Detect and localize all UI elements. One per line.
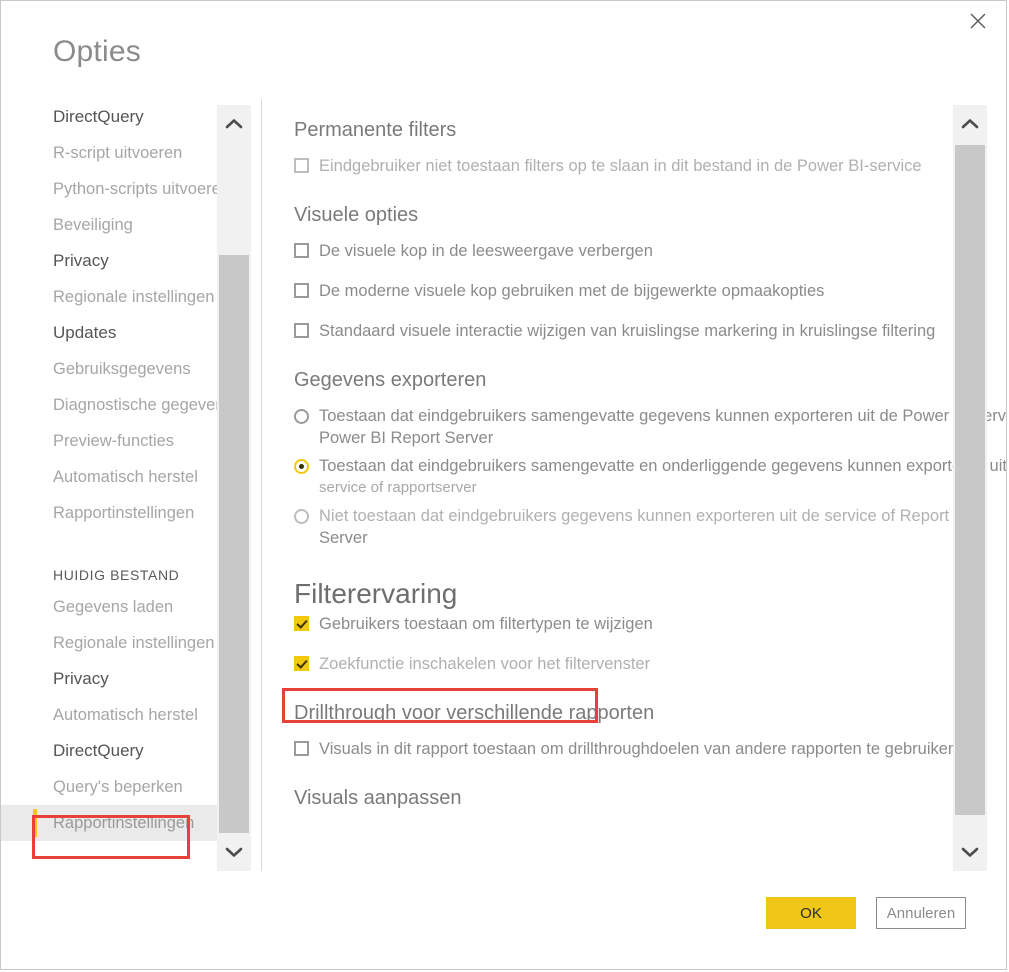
sidebar-nav: DirectQuery R-script uitvoeren Python-scri… <box>1 99 217 871</box>
section-heading: Visuals aanpassen <box>294 787 462 809</box>
sidebar-item-directquery[interactable]: DirectQuery <box>1 99 217 135</box>
section-heading: Visuele opties <box>294 204 419 226</box>
sidebar-item-label: Privacy <box>53 251 109 270</box>
sidebar-item-r-script-uitvoeren[interactable]: R-script uitvoeren <box>1 135 217 171</box>
sidebar-scroll-down-icon[interactable] <box>217 833 251 871</box>
checkbox-label: Gebruikers toestaan om filtertypen te wi… <box>319 615 653 633</box>
content-scroll-thumb[interactable] <box>955 145 985 815</box>
sidebar-item-label: Updates <box>53 323 117 342</box>
sidebar-item-gebruiksgegevens[interactable]: Gebruiksgegevens <box>1 351 217 387</box>
checkbox-unchecked-icon[interactable] <box>294 243 309 258</box>
radio-label-continuation: service of rapportserver <box>319 479 477 496</box>
sidebar-item-directquery[interactable]: DirectQuery <box>1 733 217 769</box>
sidebar-item-label: Rapportinstellingen <box>53 503 195 522</box>
radio-row[interactable]: Niet toestaan dat eindgebruikers gegeven… <box>294 506 1006 526</box>
checkbox-label: De visuele kop in de leesweergave verber… <box>319 242 653 260</box>
radio-label: Toestaan dat eindgebruikers samengevatte… <box>319 457 1007 475</box>
sidebar-item-label: Privacy <box>53 669 109 688</box>
sidebar-item-diagnostische-gegevens[interactable]: Diagnostische gegevens <box>1 387 217 423</box>
sidebar-item-regionale-instellingen[interactable]: Regionale instellingen <box>1 279 217 315</box>
ok-button[interactable]: OK <box>766 897 856 929</box>
sidebar-scrollbar[interactable] <box>217 105 251 871</box>
sidebar-item-label: Rapportinstellingen <box>53 813 195 832</box>
sidebar-item-label: Gebruiksgegevens <box>53 359 191 378</box>
sidebar-item-label: HUIDIG BESTAND <box>53 567 180 583</box>
sidebar-item-automatisch-herstel[interactable]: Automatisch herstel <box>1 459 217 495</box>
sidebar-item-label: R-script uitvoeren <box>53 143 183 162</box>
checkbox-row[interactable]: Gebruikers toestaan om filtertypen te wi… <box>294 614 1006 634</box>
section-heading: Drillthrough voor verschillende rapporte… <box>294 702 655 724</box>
checkbox-row[interactable]: De visuele kop in de leesweergave verber… <box>294 241 1006 261</box>
checkbox-label: Visuals in dit rapport toestaan om drill… <box>319 740 958 758</box>
sidebar-item-privacy[interactable]: Privacy <box>1 243 217 279</box>
checkbox-unchecked-icon[interactable] <box>294 323 309 338</box>
sidebar-item-label: Automatisch herstel <box>53 705 198 724</box>
sidebar-item-updates[interactable]: Updates <box>1 315 217 351</box>
checkbox-checked-icon[interactable] <box>294 656 309 671</box>
radio-selected-icon[interactable] <box>294 459 309 474</box>
radio-row[interactable]: Toestaan dat eindgebruikers samengevatte… <box>294 406 1007 426</box>
radio-label: Niet toestaan dat eindgebruikers gegeven… <box>319 507 950 525</box>
close-icon[interactable] <box>956 3 1000 39</box>
sidebar-item-query-s-beperken[interactable]: Query's beperken <box>1 769 217 805</box>
radio-row[interactable]: Toestaan dat eindgebruikers samengevatte… <box>294 456 1007 476</box>
content-scroll-up-icon[interactable] <box>953 105 987 143</box>
checkbox-label: De moderne visuele kop gebruiken met de … <box>319 282 825 300</box>
checkbox-checked-icon[interactable] <box>294 616 309 631</box>
radio-label: Toestaan dat eindgebruikers samengevatte… <box>319 407 1007 425</box>
sidebar-item-label: DirectQuery <box>53 741 144 760</box>
checkbox-row[interactable]: Standaard visuele interactie wijzigen va… <box>294 321 1006 341</box>
options-dialog: Opties DirectQuery R-script uitvoeren Pyth… <box>0 0 1007 970</box>
sidebar-item-label: Gegevens laden <box>53 597 174 616</box>
checkbox-unchecked-icon[interactable] <box>294 283 309 298</box>
content-scroll-down-icon[interactable] <box>953 833 987 871</box>
checkbox-unchecked-icon[interactable] <box>294 158 309 173</box>
cancel-button[interactable]: Annuleren <box>876 897 966 929</box>
sidebar-item-automatisch-herstel[interactable]: Automatisch herstel <box>1 697 217 733</box>
checkbox-label: Standaard visuele interactie wijzigen va… <box>319 322 936 340</box>
section-heading: Permanente filters <box>294 119 457 141</box>
checkbox-row[interactable]: Eindgebruiker niet toestaan filters op t… <box>294 156 1006 176</box>
sidebar-item-regionale-instellingen[interactable]: Regionale instellingen <box>1 625 217 661</box>
sidebar-item-label: Automatisch herstel <box>53 467 198 486</box>
page-title: Opties <box>53 35 141 68</box>
sidebar-item-label: Diagnostische gegevens <box>53 395 217 414</box>
sidebar-item-label: Query's beperken <box>53 777 183 796</box>
sidebar-item-beveiliging[interactable]: Beveiliging <box>1 207 217 243</box>
sidebar-item-preview-functies[interactable]: Preview-functies <box>1 423 217 459</box>
sidebar-item-label: Regionale instellingen <box>53 287 215 306</box>
sidebar-item-privacy[interactable]: Privacy <box>1 661 217 697</box>
sidebar-item-rapportinstellingen[interactable]: Rapportinstellingen <box>1 805 217 841</box>
sidebar-item-gegevens-laden[interactable]: Gegevens laden <box>1 589 217 625</box>
radio-unselected-icon[interactable] <box>294 509 309 524</box>
sidebar-item-label: Beveiliging <box>53 215 133 234</box>
section-heading: Gegevens exporteren <box>294 369 487 391</box>
radio-unselected-icon[interactable] <box>294 409 309 424</box>
section-heading: Filterervaring <box>294 578 458 609</box>
checkbox-label: Eindgebruiker niet toestaan filters op t… <box>319 157 922 175</box>
sidebar-item-rapportinstellingen[interactable]: Rapportinstellingen <box>1 495 217 531</box>
checkbox-label: Zoekfunctie inschakelen voor het filterv… <box>319 655 651 673</box>
checkbox-row[interactable]: De moderne visuele kop gebruiken met de … <box>294 281 1006 301</box>
sidebar-section-huidig-bestand: HUIDIG BESTAND <box>1 549 217 589</box>
checkbox-row[interactable]: Zoekfunctie inschakelen voor het filterv… <box>294 654 1006 674</box>
sidebar-scroll-up-icon[interactable] <box>217 105 251 143</box>
sidebar-item-label: Regionale instellingen <box>53 633 215 652</box>
radio-label-continuation: Server <box>319 529 368 547</box>
sidebar-item-python-scripts-uitvoeren[interactable]: Python-scripts uitvoeren <box>1 171 217 207</box>
sidebar-item-label: Preview-functies <box>53 431 175 450</box>
sidebar-scroll-thumb[interactable] <box>219 255 249 833</box>
content-scrollbar[interactable] <box>953 105 987 871</box>
settings-content: Permanente filters Eindgebruiker niet toe… <box>261 99 1007 871</box>
checkbox-row[interactable]: Visuals in dit rapport toestaan om drill… <box>294 739 1006 759</box>
sidebar-item-label: DirectQuery <box>53 107 144 126</box>
sidebar-item-label: Python-scripts uitvoeren <box>53 179 217 198</box>
checkbox-unchecked-icon[interactable] <box>294 741 309 756</box>
radio-label-continuation: Power BI Report Server <box>319 429 494 447</box>
